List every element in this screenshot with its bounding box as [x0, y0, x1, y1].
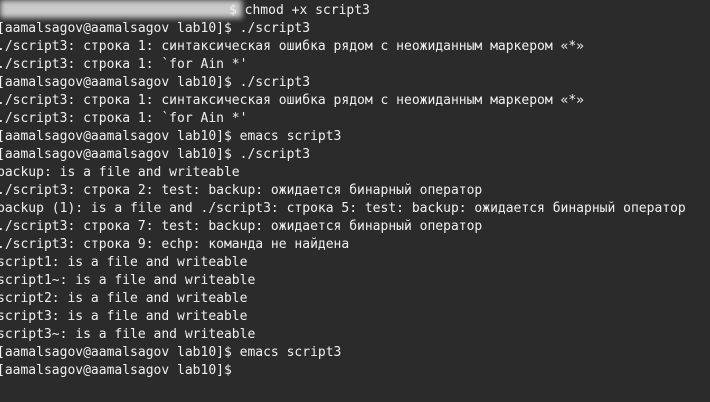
terminal-prompt-line[interactable]: [aamalsagov@aamalsagov lab10]$ [0, 362, 686, 380]
terminal-prompt: [aamalsagov@aamalsagov lab10]$ [0, 363, 232, 378]
terminal-line: [aamalsagov@aamalsagov lab10]$ ./script3 [0, 21, 311, 36]
terminal-line: ./script3: строка 1: `for Ain *' [0, 57, 248, 72]
terminal-line: script1~: is a file and writeable [0, 273, 256, 288]
terminal-line: [aamalsagov@aamalsagov lab10]$ emacs scr… [0, 129, 342, 144]
terminal-output: $ chmod +x script3 [aamalsagov@aamalsago… [0, 2, 686, 380]
terminal-line: [aamalsagov@aamalsagov lab10]$ emacs scr… [0, 345, 342, 360]
terminal-cursor [232, 362, 240, 377]
terminal-line: script2: is a file and writeable [0, 291, 248, 306]
terminal-window[interactable]: $ chmod +x script3 [aamalsagov@aamalsago… [0, 0, 710, 402]
terminal-line: ./script3: строка 9: echp: команда не на… [0, 237, 350, 252]
terminal-line: [aamalsagov@aamalsagov lab10]$ ./script3 [0, 147, 311, 162]
terminal-line: script3~: is a file and writeable [0, 327, 256, 342]
terminal-line: ./script3: строка 1: синтаксическая ошиб… [0, 39, 584, 54]
terminal-line: ./script3: строка 1: `for Ain *' [0, 111, 248, 126]
terminal-line: [aamalsagov@aamalsagov lab10]$ ./script3 [0, 75, 311, 90]
terminal-line: script3: is a file and writeable [0, 309, 248, 324]
terminal-line: script1: is a file and writeable [0, 255, 248, 270]
terminal-line: backup: is a file and writeable [0, 165, 240, 180]
terminal-line: $ chmod +x script3 [229, 3, 370, 18]
terminal-line: ./script3: строка 2: test: backup: ожида… [0, 183, 483, 198]
terminal-line: ./script3: строка 1: синтаксическая ошиб… [0, 93, 584, 108]
terminal-line: ./script3: строка 7: test: backup: ожида… [0, 219, 483, 234]
terminal-line: backup (1): is a file and ./script3: стр… [0, 201, 686, 216]
